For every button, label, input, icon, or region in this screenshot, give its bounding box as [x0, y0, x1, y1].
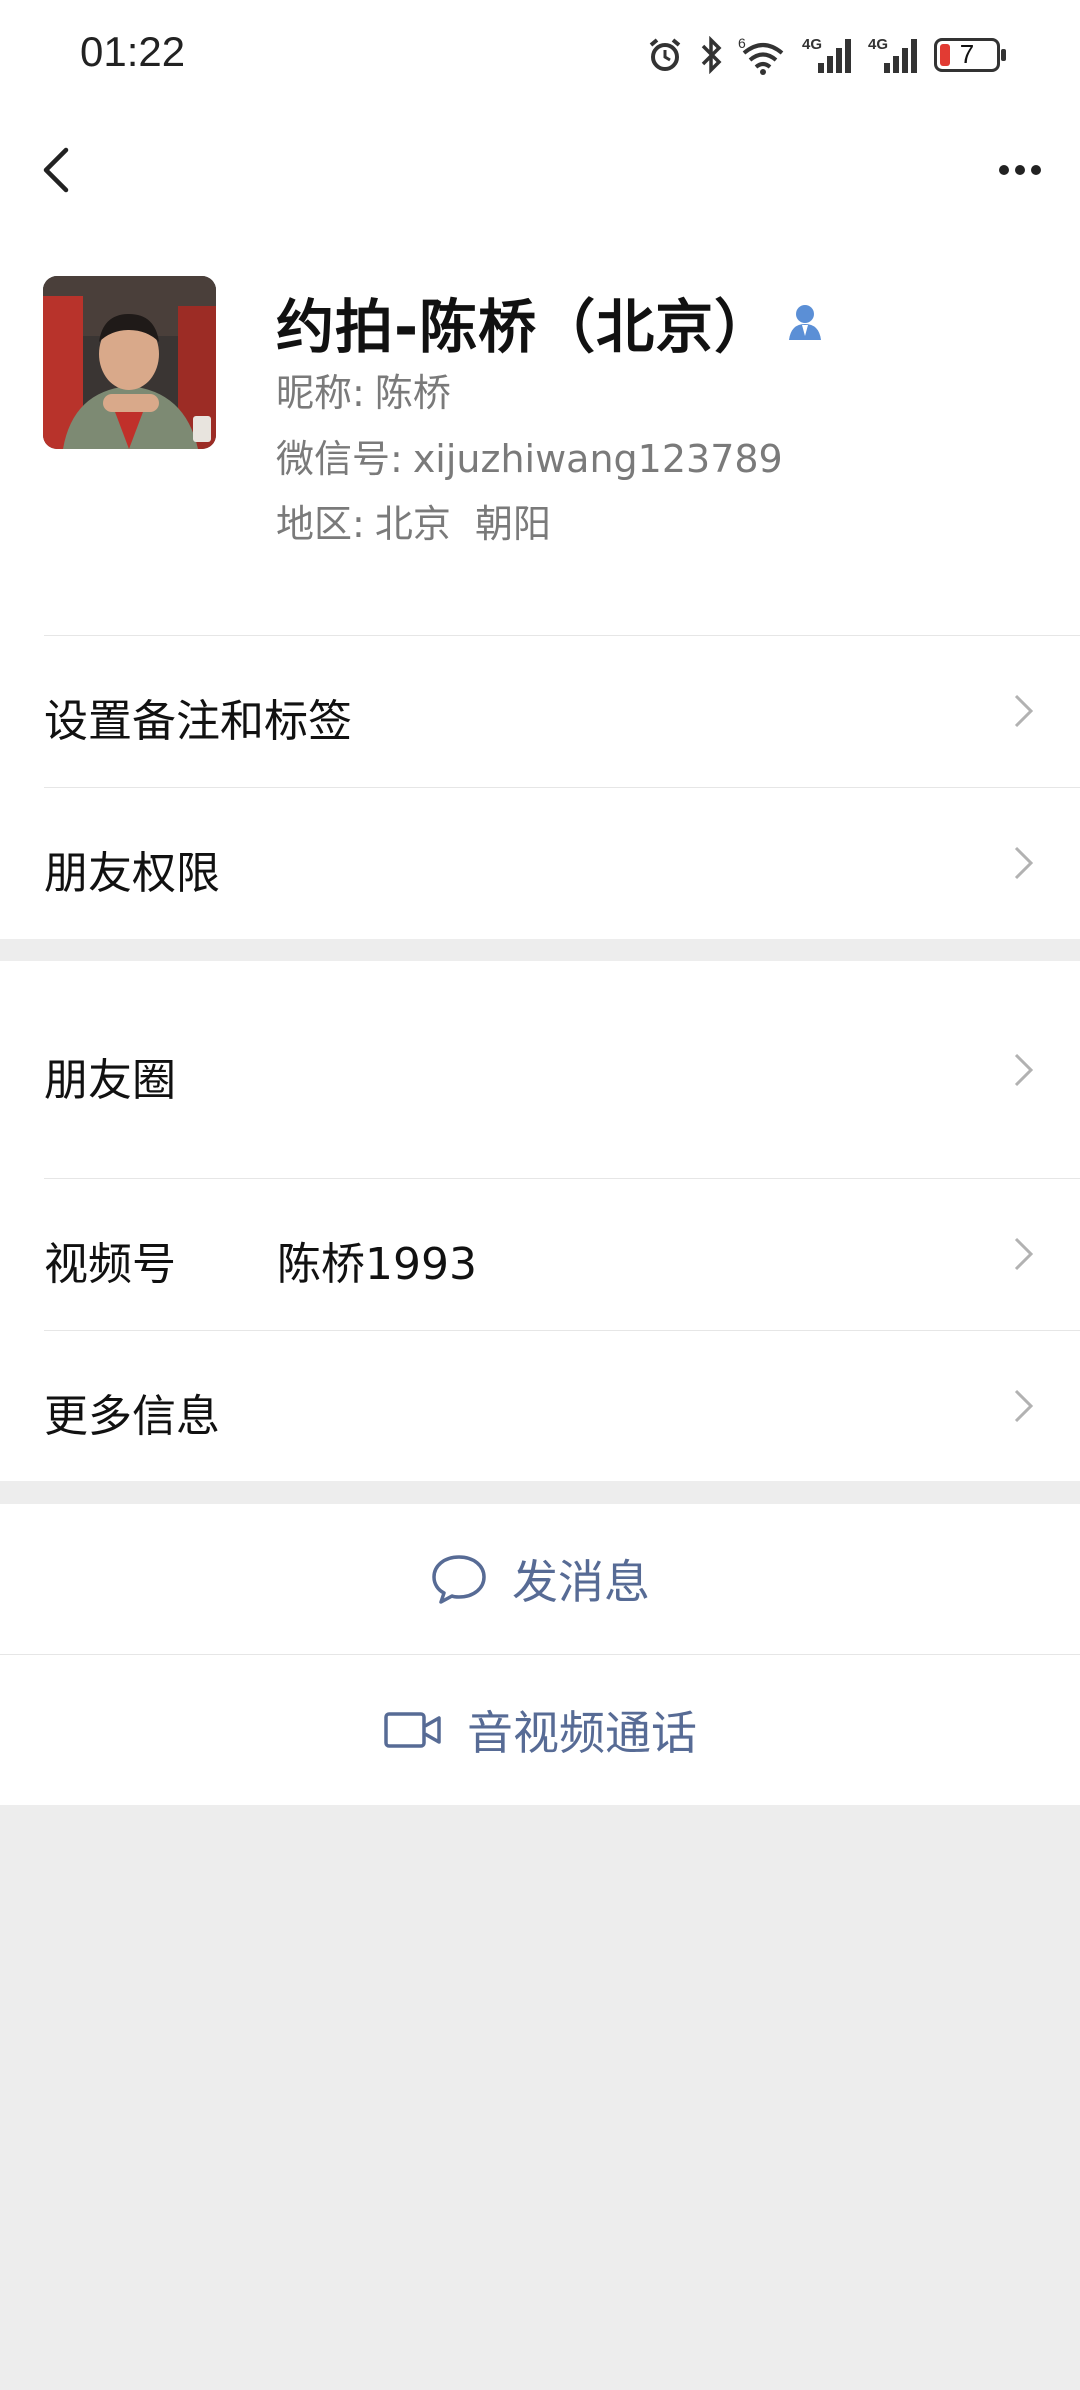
signal-4g-icon: 4G: [868, 36, 917, 73]
channels-value: 陈桥1993: [277, 1239, 477, 1290]
avatar[interactable]: [43, 276, 216, 449]
wechat-id-value: xijuzhiwang123789: [412, 437, 783, 481]
channels-label: 视频号: [44, 1239, 176, 1290]
signal-4g-icon: 4G: [802, 36, 851, 73]
settings-group-1: 设置备注和标签 朋友权限: [0, 635, 1080, 939]
remark-tags-label: 设置备注和标签: [44, 696, 352, 747]
display-name: 约拍-陈桥（北京）: [276, 293, 774, 361]
video-call-label: 音视频通话: [467, 1706, 697, 1760]
region-line: 地区: 北京 朝阳: [276, 493, 551, 548]
navigation-bar: [0, 110, 1080, 230]
friend-permissions-label: 朋友权限: [44, 848, 220, 899]
moments-row[interactable]: 朋友圈: [0, 961, 1080, 1178]
more-dots-icon: [999, 165, 1041, 175]
friend-permissions-row[interactable]: 朋友权限: [0, 787, 1080, 939]
chevron-right-icon: [1014, 1053, 1034, 1087]
chevron-right-icon: [1014, 694, 1034, 728]
remark-tags-row[interactable]: 设置备注和标签: [0, 635, 1080, 787]
status-icons: 6 4G 4G 7: [646, 30, 1006, 80]
channels-row[interactable]: 视频号 陈桥1993: [0, 1178, 1080, 1330]
status-bar: 01:22 6 4G 4G 7: [0, 0, 1080, 110]
network-label-1: 4G: [802, 36, 822, 53]
display-name-row: 约拍-陈桥（北京）: [276, 280, 827, 364]
avatar-photo: [43, 276, 216, 449]
chevron-right-icon: [1014, 1237, 1034, 1271]
battery-level-text: 7: [959, 39, 975, 69]
back-button[interactable]: [30, 140, 90, 200]
profile-header: 约拍-陈桥（北京） 昵称: 陈桥 微信号: xijuzhiwang123789 地区…: [0, 230, 1080, 635]
status-time: 01:22: [80, 28, 186, 75]
more-info-row[interactable]: 更多信息: [0, 1330, 1080, 1481]
more-options-button[interactable]: [980, 140, 1060, 200]
alarm-icon: [649, 38, 681, 71]
video-call-button[interactable]: 音视频通话: [0, 1655, 1080, 1805]
wechat-id-label: 微信号:: [276, 437, 403, 481]
chevron-right-icon: [1014, 846, 1034, 880]
contact-profile-screen: { "status_bar": { "time": "01:22", "batt…: [0, 0, 1080, 2390]
network-label-2: 4G: [868, 36, 888, 53]
wifi-badge: 6: [738, 35, 746, 51]
bluetooth-icon: [701, 36, 722, 74]
battery-icon: 7: [934, 38, 1006, 72]
nickname-label: 昵称:: [276, 371, 365, 415]
chevron-right-icon: [1014, 1389, 1034, 1423]
nickname-value: 陈桥: [374, 371, 451, 415]
send-message-label: 发消息: [512, 1555, 650, 1609]
chevron-left-icon: [43, 147, 69, 193]
region-label: 地区:: [276, 502, 365, 546]
send-message-button[interactable]: 发消息: [0, 1504, 1080, 1654]
settings-group-2: 朋友圈 视频号 陈桥1993 更多信息: [0, 961, 1080, 1481]
moments-label: 朋友圈: [44, 1055, 176, 1106]
video-camera-icon: [384, 1712, 441, 1748]
chat-bubble-icon: [432, 1555, 486, 1604]
nickname-line: 昵称: 陈桥: [276, 362, 451, 417]
wifi-6-icon: 6: [738, 35, 784, 75]
wechat-id-line: 微信号: xijuzhiwang123789: [276, 428, 783, 483]
contact-person-icon: [789, 305, 822, 340]
region-value: 北京 朝阳: [374, 502, 551, 546]
more-info-label: 更多信息: [44, 1391, 220, 1442]
